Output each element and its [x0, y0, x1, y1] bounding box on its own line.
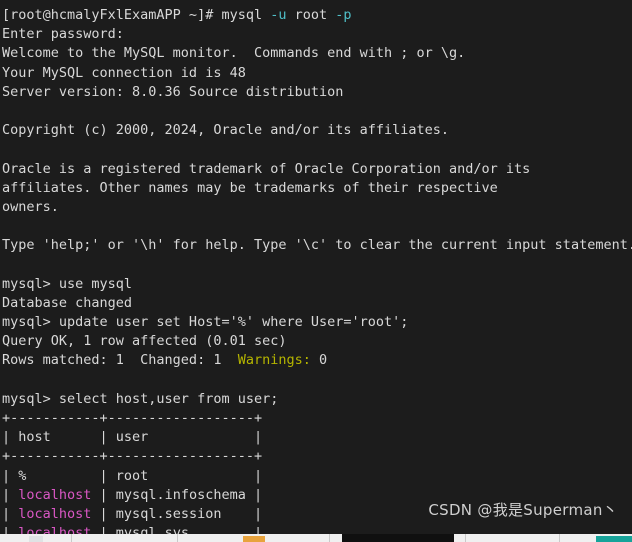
terminal-window[interactable]: [root@hcmalyFxlExamAPP ~]# mysql -u root…	[0, 0, 632, 534]
terminal-text-segment: Warnings:	[237, 352, 311, 369]
terminal-line: [root@hcmalyFxlExamAPP ~]# mysql -u root…	[2, 6, 632, 25]
terminal-line: | host | user |	[2, 428, 632, 447]
terminal-text-segment: affiliates. Other names may be trademark…	[2, 179, 498, 196]
taskbar-item-1[interactable]	[0, 534, 72, 542]
terminal-line: | % | root |	[2, 467, 632, 486]
taskbar-icon	[595, 536, 632, 542]
terminal-text-segment: [root@hcmalyFxlExamAPP ~]# mysql	[2, 7, 271, 23]
terminal-line: Welcome to the MySQL monitor. Commands e…	[2, 44, 632, 63]
terminal-line: Query OK, 1 row affected (0.01 sec)	[2, 332, 632, 351]
terminal-text-segment: mysql> select host,user from user;	[2, 390, 279, 407]
terminal-line: mysql> select host,user from user;	[2, 390, 632, 409]
terminal-line: Database changed	[2, 294, 632, 313]
terminal-text-segment: | mysql.sys |	[91, 525, 263, 534]
terminal-text-segment: mysql> use mysql	[2, 275, 133, 292]
taskbar-icon	[242, 536, 265, 542]
terminal-text-segment: |	[2, 525, 19, 534]
terminal-text-segment: localhost	[18, 525, 92, 534]
terminal-text-segment: -u	[270, 7, 287, 23]
taskbar-item-5[interactable]	[466, 534, 560, 542]
terminal-text-segment: Rows matched: 1 Changed: 1	[2, 352, 238, 369]
terminal-text-segment: +-----------+------------------+	[2, 448, 263, 465]
terminal-text-segment: Database changed	[2, 294, 133, 311]
terminal-line: mysql> update user set Host='%' where Us…	[2, 313, 632, 332]
terminal-text-segment: 0	[310, 352, 328, 369]
terminal-line: Type 'help;' or '\h' for help. Type '\c'…	[2, 236, 632, 255]
terminal-text-segment: Your MySQL connection id is 48	[2, 64, 246, 81]
terminal-text-segment: Type 'help;' or '\h' for help. Type '\c'…	[2, 237, 632, 254]
terminal-line: | localhost | mysql.infoschema |	[2, 486, 632, 505]
terminal-line: Your MySQL connection id is 48	[2, 64, 632, 83]
terminal-text-segment: +-----------+------------------+	[2, 409, 263, 426]
terminal-text-segment: Oracle is a registered trademark of Orac…	[2, 160, 531, 177]
terminal-line: +-----------+------------------+	[2, 447, 632, 466]
terminal-text-segment: Enter password:	[2, 26, 124, 43]
terminal-text-segment: |	[2, 505, 19, 522]
terminal-text-segment: -p	[335, 7, 352, 23]
desktop-taskbar[interactable]	[0, 534, 632, 542]
taskbar-item-6[interactable]	[560, 534, 632, 542]
terminal-text-segment: Server version: 8.0.36 Source distributi…	[2, 83, 344, 100]
terminal-text-segment: localhost	[18, 505, 92, 522]
terminal-line: Server version: 8.0.36 Source distributi…	[2, 83, 632, 102]
terminal-text-segment: Query OK, 1 row affected (0.01 sec)	[2, 333, 287, 350]
terminal-line: Oracle is a registered trademark of Orac…	[2, 160, 632, 179]
terminal-line: Rows matched: 1 Changed: 1 Warnings: 0	[2, 351, 632, 370]
terminal-text-segment: root	[286, 7, 336, 23]
terminal-text-segment: | host | user |	[2, 429, 263, 446]
terminal-text-segment: owners.	[2, 198, 59, 215]
terminal-line: Copyright (c) 2000, 2024, Oracle and/or …	[2, 121, 632, 140]
taskbar-item-3[interactable]	[178, 534, 330, 542]
terminal-line: Enter password:	[2, 25, 632, 44]
terminal-text-segment: | mysql.infoschema |	[91, 486, 263, 503]
terminal-line: | localhost | mysql.session |	[2, 505, 632, 524]
taskbar-icon	[28, 536, 43, 542]
taskbar-icon	[341, 534, 454, 542]
terminal-line: | localhost | mysql.sys |	[2, 524, 632, 534]
screenshot-root: [root@hcmalyFxlExamAPP ~]# mysql -u root…	[0, 0, 632, 542]
terminal-text-segment: |	[2, 486, 19, 503]
terminal-text-segment: Welcome to the MySQL monitor. Commands e…	[2, 45, 466, 62]
terminal-text-segment: | % | root |	[2, 467, 263, 484]
taskbar-item-2[interactable]	[72, 534, 178, 542]
terminal-line: owners.	[2, 198, 632, 217]
terminal-text-segment: localhost	[18, 486, 92, 503]
terminal-line: +-----------+------------------+	[2, 409, 632, 428]
taskbar-item-4[interactable]	[330, 534, 466, 542]
terminal-line: mysql> use mysql	[2, 275, 632, 294]
terminal-text-segment: Copyright (c) 2000, 2024, Oracle and/or …	[2, 122, 450, 139]
terminal-text-segment: mysql> update user set Host='%' where Us…	[2, 314, 409, 330]
terminal-line: affiliates. Other names may be trademark…	[2, 179, 632, 198]
terminal-text-segment: | mysql.session |	[91, 505, 263, 522]
terminal-output: [root@hcmalyFxlExamAPP ~]# mysql -u root…	[2, 6, 632, 534]
